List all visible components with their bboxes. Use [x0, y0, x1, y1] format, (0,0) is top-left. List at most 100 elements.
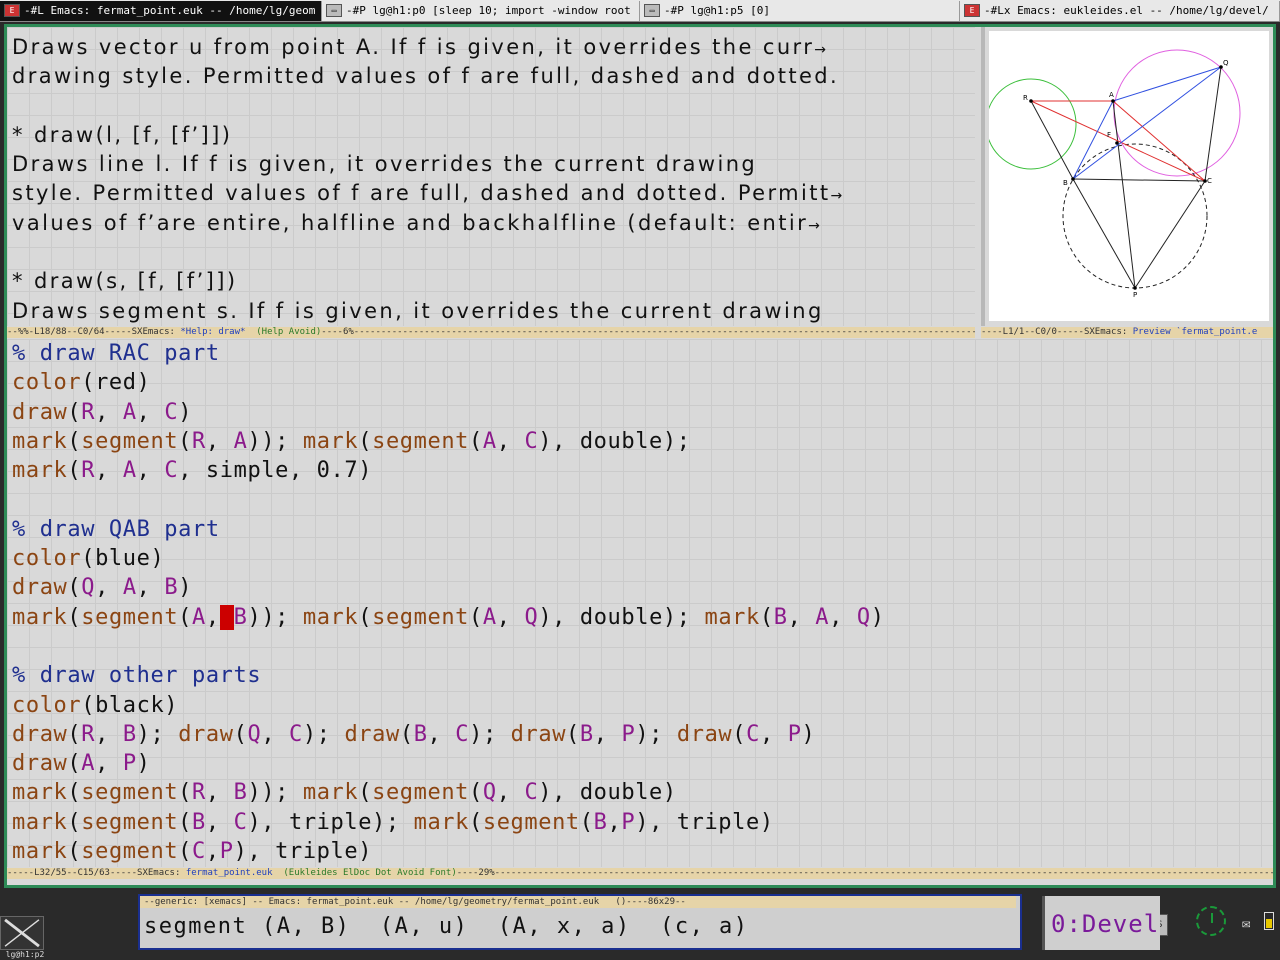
code-token: ,	[205, 428, 234, 454]
help-line: * draw(l, [f, [f’]])	[12, 121, 975, 150]
code-token: (	[178, 839, 193, 865]
code-token: (	[732, 721, 747, 747]
code-token: P	[621, 809, 636, 835]
preview-modeline[interactable]: ----L1/1--C0/0-----SXEmacs: Preview `fer…	[981, 327, 1273, 338]
code-line[interactable]: % draw QAB part	[12, 515, 1273, 544]
code-token: B	[773, 604, 788, 630]
text-cursor	[219, 604, 234, 630]
truncation-arrow-icon: →	[830, 188, 845, 205]
help-window[interactable]: Draws vector u from point A. If f is giv…	[7, 27, 975, 326]
code-token: ,	[136, 458, 165, 484]
help-line-text: Draws vector u from point A. If f is giv…	[12, 35, 815, 59]
code-modeline[interactable]: -----L32/55--C15/63-----SXEmacs: fermat_…	[7, 868, 1273, 879]
code-token: C	[524, 428, 539, 454]
mail-icon[interactable]: ✉	[1242, 916, 1250, 932]
code-line[interactable]: color(red)	[12, 368, 1273, 397]
code-token: ,	[829, 604, 857, 630]
help-line: Draws line l. If f is given, it override…	[12, 150, 975, 179]
code-line[interactable]: draw(A, P)	[12, 749, 1273, 778]
code-line[interactable]: mark(segment(R, A)); mark(segment(A, C),…	[12, 427, 1273, 456]
point-B	[1071, 177, 1075, 181]
wm-tab-emacs-fermat[interactable]: E -#L Emacs: fermat_point.euk -- /home/l…	[0, 0, 322, 21]
modeline-prefix: ----L1/1--C0/0-----SXEmacs:	[981, 327, 1133, 337]
code-token: );	[469, 721, 511, 747]
code-token: (	[399, 721, 414, 747]
code-line[interactable]: mark(segment(A, B)); mark(segment(A, Q),…	[12, 603, 1273, 632]
code-token: ,	[593, 721, 622, 747]
wm-tab-terminal-p0[interactable]: ▭ -#P lg@h1:p0 [sleep 10; import -window…	[322, 0, 640, 21]
minibuffer-frame[interactable]: --generic: [xemacs] -- Emacs: fermat_poi…	[138, 894, 1168, 950]
code-text[interactable]: % draw RAC part color(red) draw(R, A, C) ma…	[12, 339, 1273, 866]
code-line[interactable]	[12, 485, 1273, 514]
code-token: A	[122, 458, 137, 484]
code-line[interactable]: % draw other parts	[12, 661, 1273, 690]
terminal-icon: ▭	[644, 4, 660, 17]
preview-window[interactable]: R A Q F B C P	[981, 27, 1273, 326]
label-A: A	[1109, 91, 1114, 99]
window-manager-bar: E -#L Emacs: fermat_point.euk -- /home/l…	[0, 0, 1280, 22]
code-token: )	[178, 575, 193, 601]
code-line[interactable]: color(black)	[12, 691, 1273, 720]
code-token: R	[81, 399, 96, 425]
label-R: R	[1023, 94, 1028, 102]
code-token: segment	[81, 809, 179, 835]
wm-tab-terminal-p5[interactable]: ▭ -#P lg@h1:p5 [0]	[640, 0, 960, 21]
code-token: (	[358, 780, 373, 806]
code-token: C	[164, 399, 179, 425]
wm-tab-label: -#P lg@h1:p0 [sleep 10; import -window r…	[346, 4, 631, 17]
code-token: (	[358, 428, 373, 454]
code-token: (	[469, 428, 483, 454]
code-line[interactable]: mark(R, A, C, simple, 0.7)	[12, 456, 1273, 485]
code-token: draw	[344, 721, 400, 747]
code-token: )	[136, 751, 151, 777]
code-token: (	[469, 809, 483, 835]
code-line[interactable]: % draw RAC part	[12, 339, 1273, 368]
code-token: segment	[482, 809, 580, 835]
code-token: R	[81, 721, 96, 747]
help-line: Draws segment s. If f is given, it overr…	[12, 297, 975, 326]
code-line[interactable]: draw(R, B); draw(Q, C); draw(B, C); draw…	[12, 720, 1273, 749]
code-line[interactable]: mark(segment(B, C), triple); mark(segmen…	[12, 808, 1273, 837]
code-token: B	[233, 604, 248, 630]
help-line-text: * draw(s, [f, [f’]])	[12, 269, 238, 294]
code-token: R	[192, 780, 206, 806]
code-token: (	[566, 721, 580, 747]
code-token: mark	[302, 780, 359, 806]
code-token: ));	[247, 780, 303, 806]
code-token: segment	[372, 428, 470, 454]
code-line[interactable]	[12, 632, 1273, 661]
code-token: % draw RAC part	[12, 341, 220, 366]
code-token: mark	[12, 839, 68, 865]
code-editor-window[interactable]: % draw RAC part color(red) draw(R, A, C) ma…	[7, 339, 1273, 867]
code-token: ), triple)	[635, 809, 774, 835]
code-token: segment	[81, 839, 179, 865]
code-token: draw	[12, 575, 68, 601]
emacs-icon: E	[4, 4, 20, 17]
code-line[interactable]: draw(R, A, C)	[12, 398, 1273, 427]
code-token: ), triple)	[233, 839, 373, 865]
code-line[interactable]: draw(Q, A, B)	[12, 573, 1273, 602]
help-modeline[interactable]: --%%-L18/88--C0/64-----SXEmacs: *Help: d…	[7, 327, 975, 338]
code-line[interactable]: mark(segment(C,P), triple)	[12, 837, 1273, 866]
code-line[interactable]: color(blue)	[12, 544, 1273, 573]
clock-icon[interactable]	[1196, 906, 1226, 936]
code-line[interactable]: mark(segment(R, B)); mark(segment(Q, C),…	[12, 778, 1273, 807]
code-token: segment	[372, 780, 470, 806]
code-token: );	[136, 721, 179, 747]
segment-R-C	[1030, 100, 1206, 182]
code-token: color	[12, 370, 82, 396]
help-line-text: drawing style. Permitted values of f are…	[12, 64, 840, 89]
wm-tab-label: -#L Emacs: fermat_point.euk -- /home/lg/…	[24, 4, 316, 17]
point-R	[1029, 99, 1033, 103]
code-token: (	[67, 721, 82, 747]
code-token: (	[67, 809, 82, 835]
modeline-suffix: ----6%----------------------------------…	[321, 327, 975, 337]
code-token: )	[178, 399, 193, 425]
code-token: P	[621, 721, 636, 747]
x-logo-icon[interactable]	[0, 916, 44, 950]
code-token: mark	[704, 604, 760, 630]
wm-tab-emacs-eukleides[interactable]: E -#Lx Emacs: eukleides.el -- /home/lg/d…	[960, 0, 1280, 21]
wm-tab-label: -#P lg@h1:p5 [0]	[664, 4, 770, 17]
code-token: B	[233, 780, 248, 806]
desktop-pager[interactable]: 0:Devel	[1042, 896, 1160, 950]
